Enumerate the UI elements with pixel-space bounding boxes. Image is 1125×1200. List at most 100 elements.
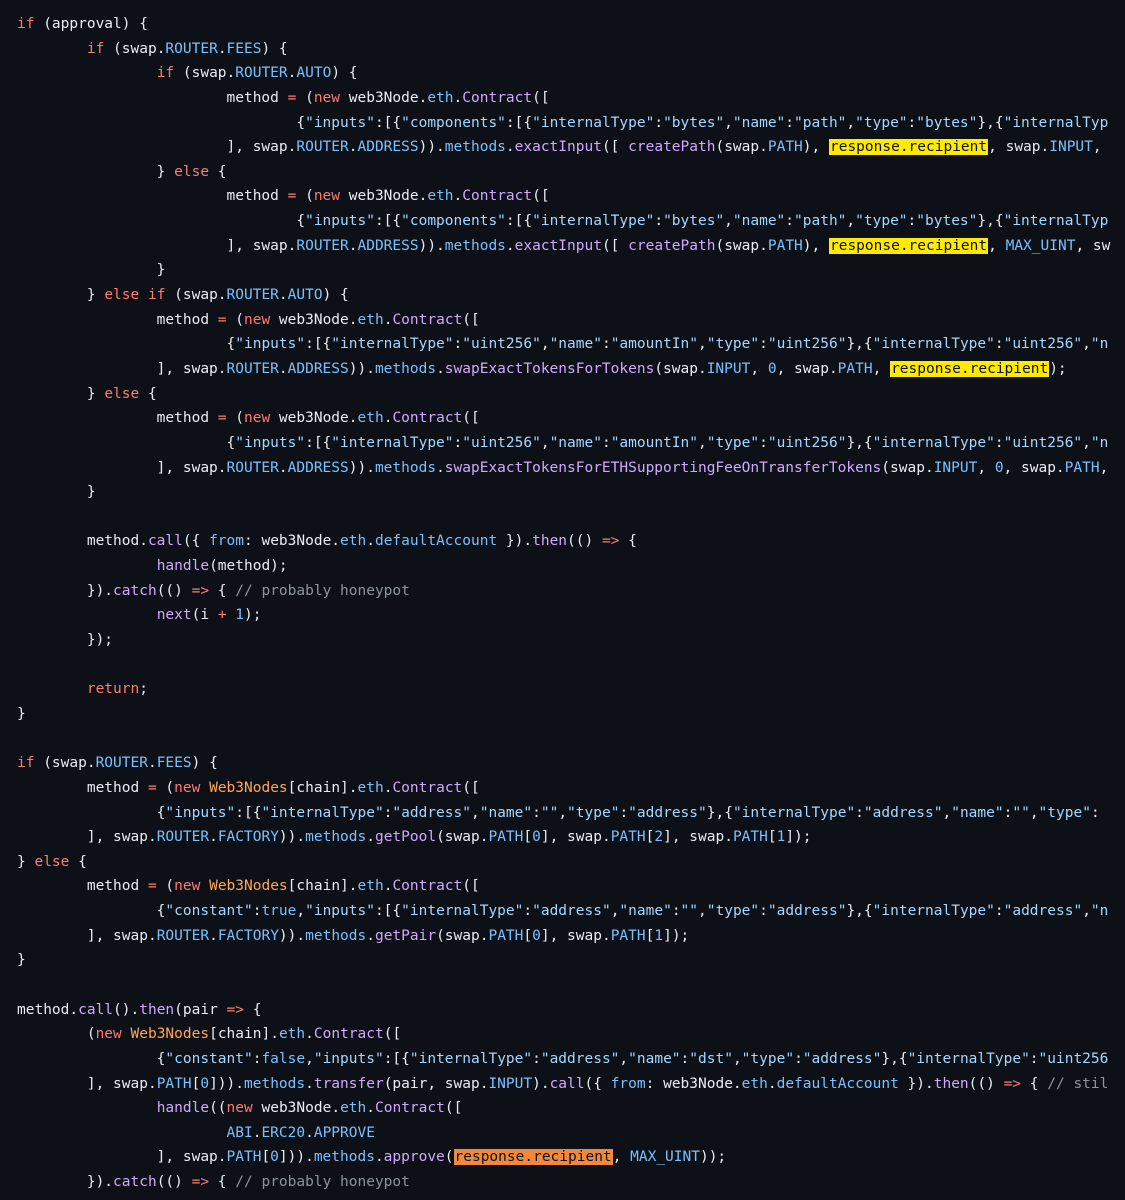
string-token: "internalTyp [1003, 114, 1109, 131]
text-token: , [732, 1050, 742, 1067]
text-token: ])). [278, 1149, 314, 1166]
string-token: "type" [855, 213, 908, 230]
text-token: . [305, 1026, 314, 1043]
code-line: method = (new web3Node.eth.Contract([ [17, 184, 1110, 209]
property-token: methods [244, 1075, 306, 1092]
string-token: "constant" [165, 1050, 253, 1067]
keyword-token: else if [104, 287, 166, 304]
text-token: (approval) { [34, 16, 148, 32]
number-token: false [261, 1050, 306, 1067]
property-token: APPROVE [313, 1124, 375, 1141]
text-token: (() [567, 533, 602, 550]
text-token: . [436, 459, 445, 476]
text-token: (( [209, 1100, 227, 1117]
string-token: "type" [741, 1050, 795, 1067]
text-token: , [942, 804, 952, 821]
property-token: ADDRESS [357, 139, 419, 156]
text-token: (i [191, 607, 218, 624]
text-token: }). [17, 582, 114, 599]
text-token: ([ [383, 1026, 402, 1043]
text-token: ], swap. [17, 139, 297, 156]
text-token: , swap. [1003, 459, 1065, 476]
text-token: )). [418, 237, 445, 254]
keyword-token: new [226, 1100, 253, 1117]
text-token: . [505, 139, 515, 156]
text-token: ( [226, 410, 244, 427]
current-match-highlight: response.recipient [453, 1149, 613, 1166]
text-token: : [1090, 804, 1100, 821]
string-token: "internalType" [409, 1050, 533, 1067]
keyword-token: if [17, 755, 35, 772]
text-token: { [17, 804, 166, 821]
string-token: "internalType" [401, 903, 524, 920]
text-token: method [17, 311, 218, 328]
text-token: { [209, 582, 236, 599]
text-token: , [296, 903, 306, 920]
text-token: } [17, 385, 105, 402]
code-line: ], swap.PATH[0])).methods.approve(respon… [17, 1145, 1110, 1170]
function-token: handle [156, 1100, 210, 1117]
string-token: "name" [549, 434, 602, 451]
text-token: } [17, 163, 175, 180]
text-token: . [374, 1149, 384, 1166]
text-token: [chain]. [287, 779, 358, 796]
text-token: , [846, 213, 856, 230]
text-token: . [366, 927, 375, 944]
code-line: method = (new web3Node.eth.Contract([ [17, 308, 1110, 333]
function-token: Contract [462, 89, 533, 106]
text-token: [ [523, 927, 533, 944]
string-token: "amountIn" [610, 336, 698, 353]
text-token: ). [532, 1075, 550, 1092]
string-token: "address" [532, 903, 611, 920]
code-line: {"constant":true,"inputs":[{"internalTyp… [17, 899, 1110, 924]
text-token: . [366, 533, 375, 550]
text-token: } [17, 705, 26, 722]
string-token: "n [1090, 336, 1109, 353]
property-token: PATH [767, 139, 803, 156]
code-line: method = (new Web3Nodes[chain].eth.Contr… [17, 776, 1110, 801]
text-token: ( [444, 1149, 454, 1166]
string-token: "uint256" [767, 434, 847, 451]
text-token: method [17, 410, 218, 427]
keyword-token: return [86, 681, 140, 698]
string-token: "name" [732, 114, 786, 131]
code-line: ], swap.ROUTER.ADDRESS)).methods.swapExa… [17, 357, 1110, 382]
text-token: method. [17, 533, 148, 550]
code-editor[interactable]: if (approval) { if (swap.ROUTER.FEES) { … [0, 0, 1125, 1200]
code-line: if (swap.ROUTER.FEES) { [17, 37, 1110, 62]
text-token: : [532, 804, 541, 821]
text-token: (swap. [715, 139, 768, 156]
class-token: Web3Nodes [209, 779, 288, 796]
function-token: createPath [628, 139, 716, 156]
string-token: "name" [732, 213, 786, 230]
string-token: "type" [706, 336, 760, 353]
text-token: (swap. [881, 459, 934, 476]
property-token: ROUTER [156, 927, 210, 944]
code-line: ], swap.PATH[0])).methods.transfer(pair,… [17, 1072, 1110, 1097]
text-token: . [209, 829, 218, 846]
code-content[interactable]: if (approval) { if (swap.ROUTER.FEES) { … [17, 12, 1110, 1195]
text-token: . [305, 1124, 314, 1141]
property-token: ROUTER [95, 755, 148, 772]
code-line: {"inputs":[{"internalType":"uint256","na… [17, 332, 1110, 357]
text-token: ({ [584, 1075, 611, 1092]
string-token: "inputs" [235, 336, 306, 353]
string-token: "address" [540, 1050, 620, 1067]
text-token: : [759, 336, 768, 353]
keyword-token: if [86, 40, 105, 57]
string-token: "type" [1038, 804, 1091, 821]
text-token: { [244, 1001, 262, 1018]
text-token: }). [17, 1174, 114, 1191]
property-token: ROUTER [226, 360, 279, 377]
text-token: : [1029, 1050, 1039, 1067]
property-token: PATH [732, 829, 768, 846]
function-token: Contract [313, 1026, 384, 1043]
text-token: . [505, 237, 515, 254]
string-token: "" [540, 804, 559, 821]
code-line: method.call({ from: web3Node.eth.default… [17, 529, 1110, 554]
code-line: ], swap.ROUTER.ADDRESS)).methods.exactIn… [17, 234, 1110, 259]
